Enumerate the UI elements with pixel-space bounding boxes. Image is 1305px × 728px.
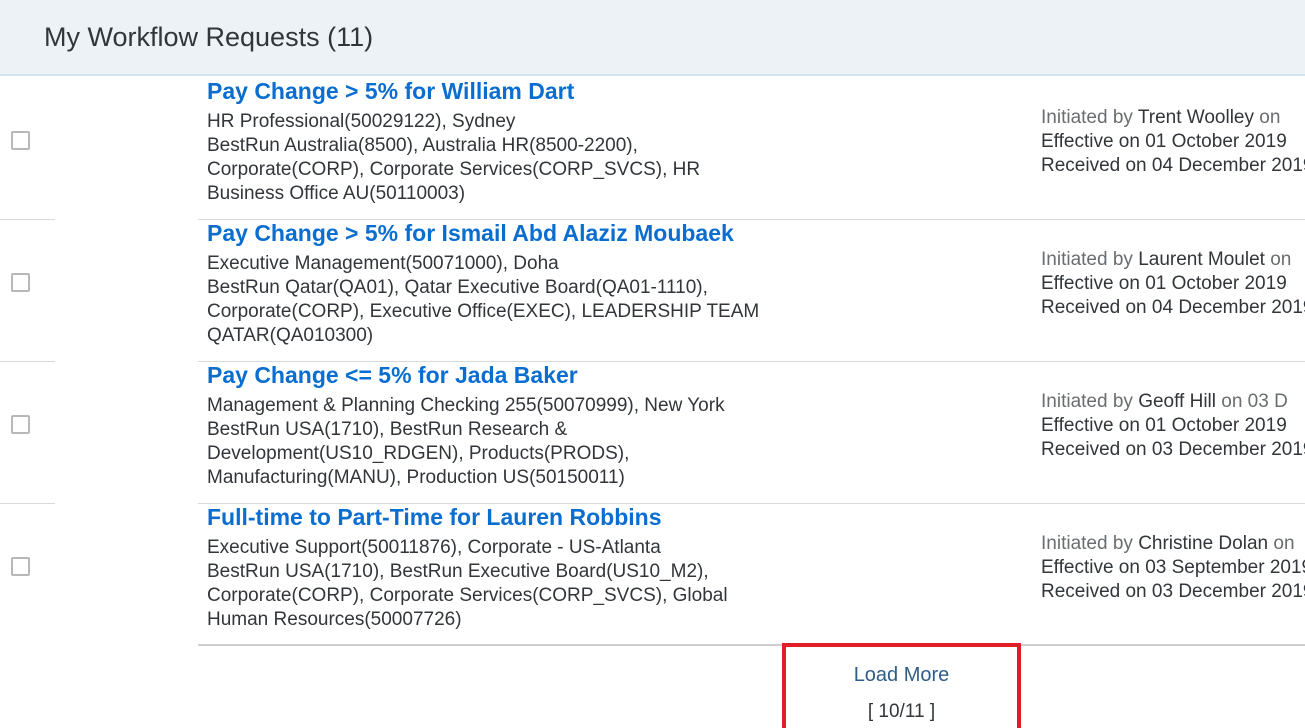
detail-line: Business Office AU(50110003) <box>207 183 466 204</box>
detail-line: Management & Planning Checking 255(50070… <box>207 395 725 416</box>
request-title-link[interactable]: Pay Change > 5% for William Dart <box>207 78 574 105</box>
initiated-label: Initiated by <box>1041 533 1133 554</box>
request-title-link[interactable]: Pay Change > 5% for Ismail Abd Alaziz Mo… <box>207 220 734 247</box>
request-details: HR Professional(50029122), Sydney BestRu… <box>207 110 807 206</box>
detail-line: BestRun Australia(8500), Australia HR(85… <box>207 135 638 156</box>
initiated-line: Initiated by Christine Dolan on <box>1041 532 1305 556</box>
detail-line: Manufacturing(MANU), Production US(50150… <box>207 467 625 488</box>
row-divider <box>198 644 1305 646</box>
detail-line: BestRun USA(1710), BestRun Executive Boa… <box>207 561 709 582</box>
initiated-line: Initiated by Laurent Moulet on <box>1041 248 1305 272</box>
effective-date: Effective on 03 September 2019 <box>1041 557 1305 578</box>
list-item: Full-time to Part-Time for Lauren Robbin… <box>0 504 1305 646</box>
request-title-link[interactable]: Pay Change <= 5% for Jada Baker <box>207 362 578 389</box>
request-meta: Initiated by Geoff Hill on 03 D Effectiv… <box>1041 390 1305 462</box>
effective-date: Effective on 01 October 2019 <box>1041 131 1287 152</box>
initiated-suffix: on <box>1273 533 1295 554</box>
workflow-request-list: Pay Change > 5% for William Dart HR Prof… <box>0 78 1305 646</box>
list-item: Pay Change > 5% for William Dart HR Prof… <box>0 78 1305 220</box>
detail-line: BestRun Qatar(QA01), Qatar Executive Boa… <box>207 277 708 298</box>
row-checkbox[interactable] <box>11 557 30 576</box>
row-checkbox[interactable] <box>11 131 30 150</box>
initiated-line: Initiated by Trent Woolley on <box>1041 106 1305 130</box>
initiated-suffix: on 03 D <box>1221 391 1288 412</box>
received-date: Received on 03 December 2019 <box>1041 581 1305 602</box>
row-checkbox[interactable] <box>11 273 30 292</box>
request-details: Management & Planning Checking 255(50070… <box>207 394 807 490</box>
request-details: Executive Management(50071000), Doha Bes… <box>207 252 807 348</box>
initiated-label: Initiated by <box>1041 249 1133 270</box>
detail-line: Corporate(CORP), Corporate Services(CORP… <box>207 159 701 180</box>
page-title: My Workflow Requests (11) <box>44 22 374 52</box>
request-details: Executive Support(50011876), Corporate -… <box>207 536 807 632</box>
row-checkbox[interactable] <box>11 415 30 434</box>
detail-line: Human Resources(50007726) <box>207 609 462 630</box>
request-meta: Initiated by Laurent Moulet on Effective… <box>1041 248 1305 320</box>
load-more-label: Load More <box>853 664 950 686</box>
request-meta: Initiated by Trent Woolley on Effective … <box>1041 106 1305 178</box>
initiated-suffix: on <box>1259 107 1281 128</box>
request-meta: Initiated by Christine Dolan on Effectiv… <box>1041 532 1305 604</box>
detail-line: Executive Management(50071000), Doha <box>207 253 559 274</box>
initiator-name: Laurent Moulet <box>1138 249 1265 270</box>
received-date: Received on 03 December 2019 <box>1041 439 1305 460</box>
effective-date: Effective on 01 October 2019 <box>1041 415 1287 436</box>
request-title-link[interactable]: Full-time to Part-Time for Lauren Robbin… <box>207 504 662 531</box>
detail-line: HR Professional(50029122), Sydney <box>207 111 516 132</box>
detail-line: BestRun USA(1710), BestRun Research & <box>207 419 568 440</box>
detail-line: Corporate(CORP), Executive Office(EXEC),… <box>207 301 760 322</box>
initiator-name: Geoff Hill <box>1138 391 1216 412</box>
effective-date: Effective on 01 October 2019 <box>1041 273 1287 294</box>
initiated-suffix: on <box>1270 249 1292 270</box>
received-date: Received on 04 December 2019 <box>1041 297 1305 318</box>
detail-line: QATAR(QA010300) <box>207 325 374 346</box>
initiator-name: Christine Dolan <box>1138 533 1269 554</box>
list-item: Pay Change <= 5% for Jada Baker Manageme… <box>0 362 1305 504</box>
load-more-button[interactable]: Load More [ 10/11 ] <box>782 643 1021 728</box>
received-date: Received on 04 December 2019 <box>1041 155 1305 176</box>
load-more-count: [ 10/11 ] <box>867 701 936 722</box>
initiated-label: Initiated by <box>1041 107 1133 128</box>
page-header: My Workflow Requests (11) <box>0 0 1305 76</box>
detail-line: Corporate(CORP), Corporate Services(CORP… <box>207 585 728 606</box>
initiator-name: Trent Woolley <box>1137 107 1254 128</box>
list-item: Pay Change > 5% for Ismail Abd Alaziz Mo… <box>0 220 1305 362</box>
detail-line: Executive Support(50011876), Corporate -… <box>207 537 661 558</box>
initiated-label: Initiated by <box>1041 391 1133 412</box>
initiated-line: Initiated by Geoff Hill on 03 D <box>1041 390 1305 414</box>
detail-line: Development(US10_RDGEN), Products(PRODS)… <box>207 443 630 464</box>
